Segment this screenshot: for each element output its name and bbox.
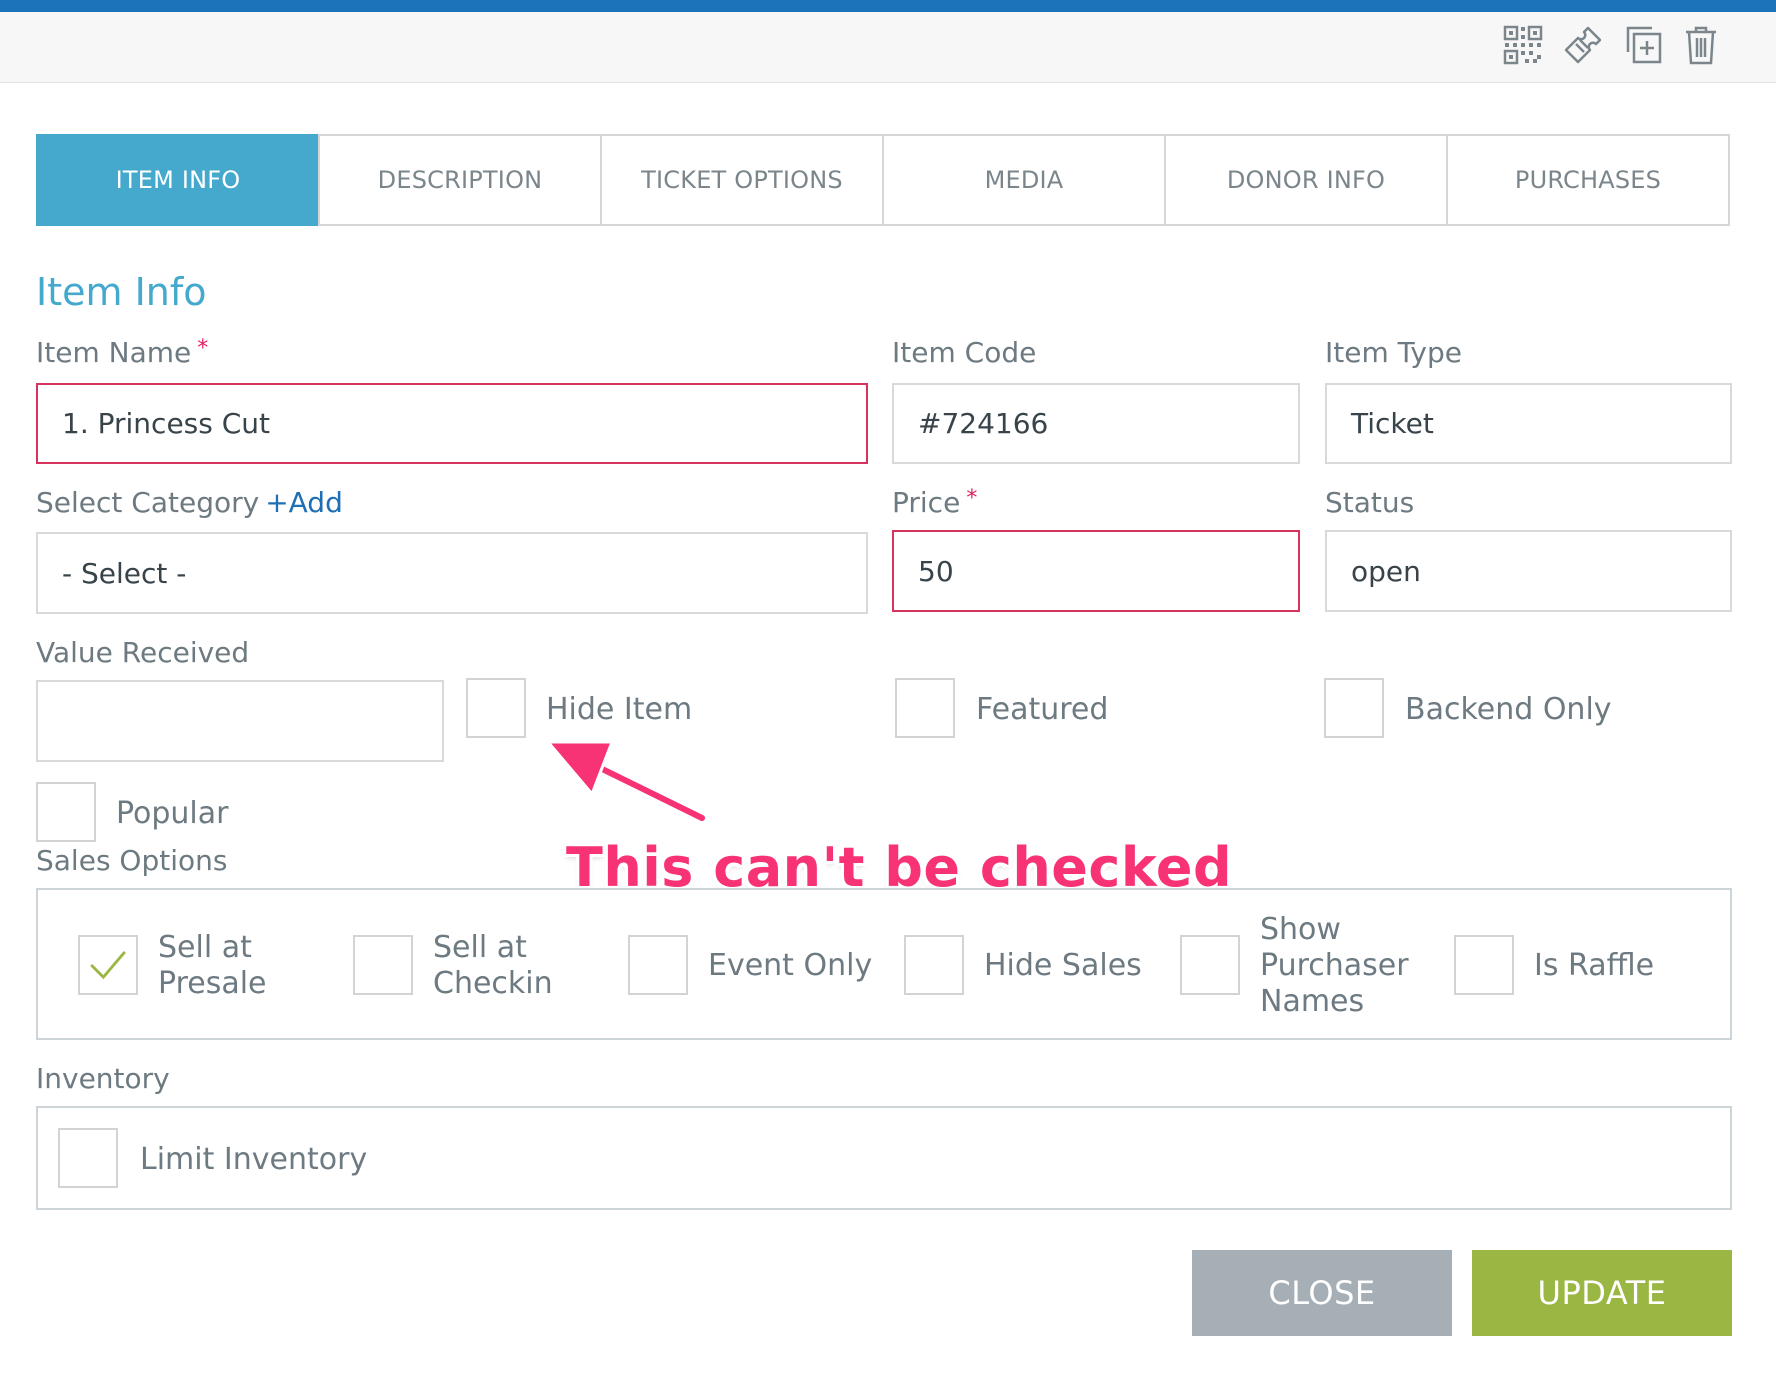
popular-checkbox[interactable]	[36, 782, 96, 842]
item-name-input[interactable]: 1. Princess Cut	[36, 383, 868, 464]
item-type-label: Item Type	[1325, 336, 1462, 369]
top-band	[0, 0, 1776, 12]
show-purchaser-names-label: Show Purchaser Names	[1260, 912, 1409, 1019]
featured-label: Featured	[976, 692, 1109, 727]
item-name-label: Item Name *	[36, 336, 208, 369]
price-input[interactable]: 50	[892, 530, 1300, 612]
modal-toolbar	[0, 12, 1776, 83]
item-code-input[interactable]: #724166	[892, 383, 1300, 464]
featured-checkbox[interactable]	[895, 678, 955, 738]
trash-icon[interactable]	[1678, 22, 1724, 68]
sell-at-checkin-checkbox[interactable]	[353, 935, 413, 995]
tab-media[interactable]: MEDIA	[882, 134, 1166, 226]
category-label-text: Select Category	[36, 486, 260, 519]
category-select[interactable]: - Select -	[36, 532, 868, 614]
tab-item-info[interactable]: ITEM INFO	[36, 134, 320, 226]
hide-sales-label: Hide Sales	[984, 948, 1142, 983]
hide-item-label: Hide Item	[546, 692, 693, 727]
item-code-label: Item Code	[892, 336, 1037, 369]
tab-purchases[interactable]: PURCHASES	[1446, 134, 1730, 226]
sell-at-presale-checkbox[interactable]	[78, 935, 138, 995]
hide-sales-checkbox[interactable]	[904, 935, 964, 995]
required-mark: *	[197, 336, 209, 361]
value-received-label: Value Received	[36, 636, 250, 669]
check-icon	[90, 951, 126, 980]
item-name-label-text: Item Name	[36, 336, 192, 369]
sales-options-panel: Sell at Presale Sell at Checkin Event On…	[36, 888, 1732, 1040]
close-button[interactable]: CLOSE	[1192, 1250, 1452, 1336]
is-raffle-checkbox[interactable]	[1454, 935, 1514, 995]
hide-item-checkbox[interactable]	[466, 678, 526, 738]
section-title: Item Info	[36, 270, 207, 314]
status-label: Status	[1325, 486, 1415, 519]
popular-label: Popular	[116, 796, 229, 831]
tab-bar: ITEM INFO DESCRIPTION TICKET OPTIONS MED…	[36, 134, 1730, 226]
item-type-input[interactable]: Ticket	[1325, 383, 1732, 464]
tab-ticket-options[interactable]: TICKET OPTIONS	[600, 134, 884, 226]
qr-code-icon[interactable]	[1500, 22, 1546, 68]
is-raffle-label: Is Raffle	[1534, 948, 1655, 983]
price-label: Price *	[892, 486, 977, 519]
price-label-text: Price	[892, 486, 961, 519]
inventory-panel: Limit Inventory	[36, 1106, 1732, 1210]
ticket-icon[interactable]	[1560, 22, 1606, 68]
callout-arrow	[544, 740, 708, 824]
backend-only-label: Backend Only	[1405, 692, 1612, 727]
limit-inventory-checkbox[interactable]	[58, 1128, 118, 1188]
inventory-label: Inventory	[36, 1062, 170, 1095]
sell-at-presale-label: Sell at Presale	[158, 930, 267, 1001]
tab-donor-info[interactable]: DONOR INFO	[1164, 134, 1448, 226]
update-button[interactable]: UPDATE	[1472, 1250, 1732, 1336]
event-only-checkbox[interactable]	[628, 935, 688, 995]
status-input[interactable]: open	[1325, 530, 1732, 612]
limit-inventory-label: Limit Inventory	[140, 1142, 368, 1177]
add-category-link[interactable]: +Add	[265, 486, 343, 519]
duplicate-icon[interactable]	[1620, 22, 1666, 68]
show-purchaser-names-checkbox[interactable]	[1180, 935, 1240, 995]
required-mark: *	[966, 486, 978, 511]
value-received-input[interactable]	[36, 680, 444, 762]
sell-at-checkin-label: Sell at Checkin	[433, 930, 553, 1001]
tab-description[interactable]: DESCRIPTION	[318, 134, 602, 226]
backend-only-checkbox[interactable]	[1324, 678, 1384, 738]
sales-options-label: Sales Options	[36, 844, 228, 877]
event-only-label: Event Only	[708, 948, 873, 983]
category-label: Select Category +Add	[36, 486, 343, 519]
